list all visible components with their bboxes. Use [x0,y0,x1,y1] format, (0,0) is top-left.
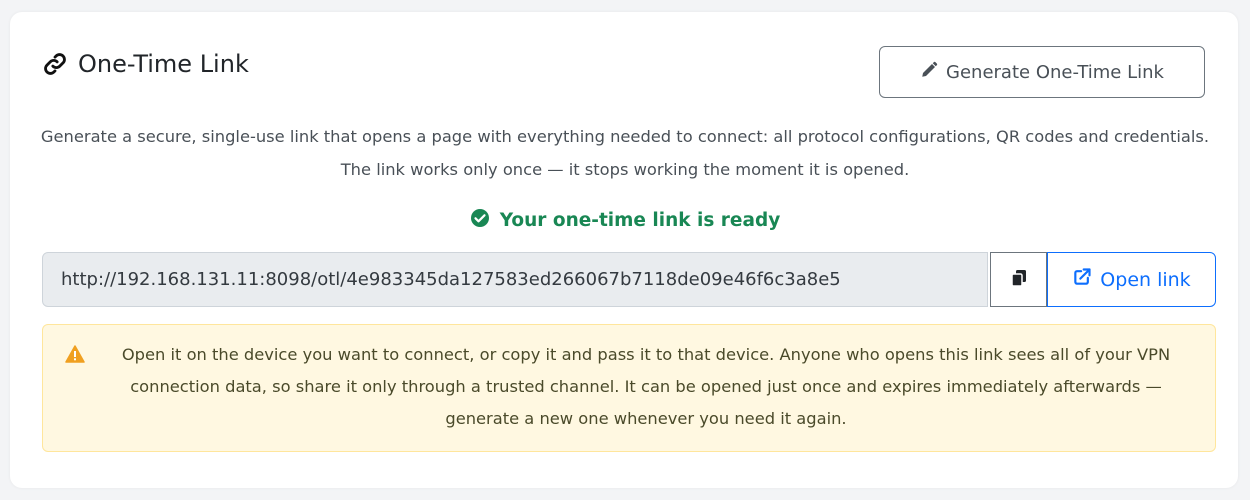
warning-alert: Open it on the device you want to connec… [42,324,1216,452]
open-link-button[interactable]: Open link [1047,252,1216,307]
warning-triangle-icon [65,345,85,367]
external-link-icon [1072,267,1092,292]
link-icon [42,51,68,77]
section-description: Generate a secure, single-use link that … [40,127,1210,179]
pencil-icon [920,61,938,84]
warning-text: Open it on the device you want to connec… [121,345,1171,428]
generate-one-time-link-button[interactable]: Generate One-Time Link [879,46,1205,98]
section-title: One-Time Link [42,50,249,78]
open-link-label: Open link [1100,268,1191,291]
check-circle-icon [470,208,490,233]
copy-icon [1010,269,1027,290]
section-title-text: One-Time Link [78,50,249,78]
one-time-link-url-field[interactable] [42,252,988,307]
generate-button-label: Generate One-Time Link [946,61,1164,83]
copy-link-button[interactable] [990,252,1047,307]
status-text: Your one-time link is ready [499,210,781,231]
status-ready: Your one-time link is ready [0,208,1250,233]
